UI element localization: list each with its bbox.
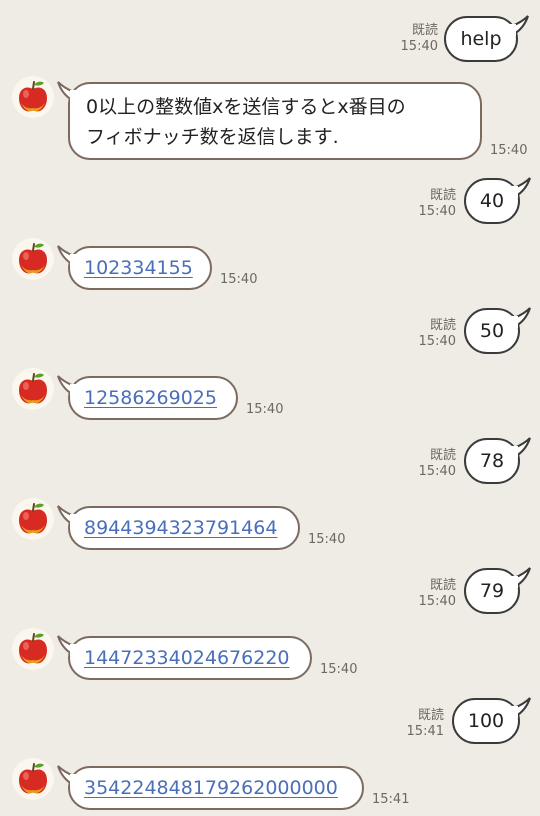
number-link[interactable]: 12586269025 <box>84 387 217 409</box>
bubble-tail-icon <box>57 375 78 396</box>
read-receipt: 既読 <box>429 188 456 203</box>
timestamp: 15:40 <box>490 143 528 158</box>
apple-icon[interactable] <box>12 238 54 280</box>
message-meta: 既読 15:41 <box>398 708 444 740</box>
incoming-bubble[interactable]: 8944394323791464 <box>57 505 300 550</box>
read-receipt: 既読 <box>429 578 456 593</box>
outgoing-bubble[interactable]: help <box>444 15 529 62</box>
timestamp: 15:40 <box>246 402 284 417</box>
apple-icon[interactable] <box>12 368 54 410</box>
message-text-line: 0以上の整数値xを送信するとx番目の <box>86 96 406 118</box>
read-receipt: 既読 <box>417 708 444 723</box>
message-meta: 既読 15:40 <box>410 448 456 480</box>
number-link[interactable]: 354224848179262000000 <box>84 777 338 799</box>
message-text: 100 <box>467 710 505 732</box>
read-receipt: 既読 <box>429 318 456 333</box>
bubble-tail-icon <box>508 15 529 36</box>
timestamp: 15:40 <box>418 204 456 219</box>
message-text: 50 <box>479 320 505 342</box>
outgoing-bubble[interactable]: 40 <box>464 177 531 224</box>
incoming-bubble[interactable]: 354224848179262000000 <box>57 765 364 810</box>
outgoing-bubble[interactable]: 78 <box>464 437 531 484</box>
timestamp: 15:40 <box>418 464 456 479</box>
timestamp: 15:40 <box>400 39 438 54</box>
apple-icon[interactable] <box>12 76 54 118</box>
timestamp: 15:41 <box>372 792 410 807</box>
message-meta: 既読 15:40 <box>410 318 456 350</box>
bubble-tail-icon <box>510 437 531 458</box>
message-text: 78 <box>479 450 505 472</box>
bubble-tail-icon <box>57 505 78 526</box>
outgoing-bubble[interactable]: 50 <box>464 307 531 354</box>
outgoing-bubble[interactable]: 100 <box>452 697 531 744</box>
message-meta: 既読 15:40 <box>410 578 456 610</box>
incoming-bubble[interactable]: 0以上の整数値xを送信するとx番目の フィボナッチ数を返信します. <box>57 81 482 160</box>
bubble-tail-icon <box>510 567 531 588</box>
message-text: 40 <box>479 190 505 212</box>
bubble-tail-icon <box>57 635 78 656</box>
bubble-tail-icon <box>510 177 531 198</box>
incoming-bubble[interactable]: 14472334024676220 <box>57 635 312 680</box>
bubble-tail-icon <box>57 245 78 266</box>
message-meta: 既読 15:40 <box>392 23 438 55</box>
incoming-bubble[interactable]: 12586269025 <box>57 375 238 420</box>
incoming-bubble[interactable]: 102334155 <box>57 245 212 290</box>
number-link[interactable]: 14472334024676220 <box>84 647 290 669</box>
timestamp: 15:40 <box>220 272 258 287</box>
number-link[interactable]: 102334155 <box>84 257 193 279</box>
timestamp: 15:40 <box>418 594 456 609</box>
message-text-line: フィボナッチ数を返信します. <box>86 126 339 148</box>
timestamp: 15:40 <box>418 334 456 349</box>
apple-icon[interactable] <box>12 498 54 540</box>
outgoing-bubble[interactable]: 79 <box>464 567 531 614</box>
bubble-tail-icon <box>510 697 531 718</box>
message-text: help <box>460 28 502 50</box>
bubble-tail-icon <box>510 307 531 328</box>
apple-icon[interactable] <box>12 628 54 670</box>
bubble-tail-icon <box>57 81 78 102</box>
timestamp: 15:40 <box>308 532 346 547</box>
message-meta: 既読 15:40 <box>410 188 456 220</box>
number-link[interactable]: 8944394323791464 <box>84 517 277 539</box>
message-text: 79 <box>479 580 505 602</box>
timestamp: 15:41 <box>406 724 444 739</box>
read-receipt: 既読 <box>411 23 438 38</box>
timestamp: 15:40 <box>320 662 358 677</box>
read-receipt: 既読 <box>429 448 456 463</box>
bubble-tail-icon <box>57 765 78 786</box>
apple-icon[interactable] <box>12 758 54 800</box>
